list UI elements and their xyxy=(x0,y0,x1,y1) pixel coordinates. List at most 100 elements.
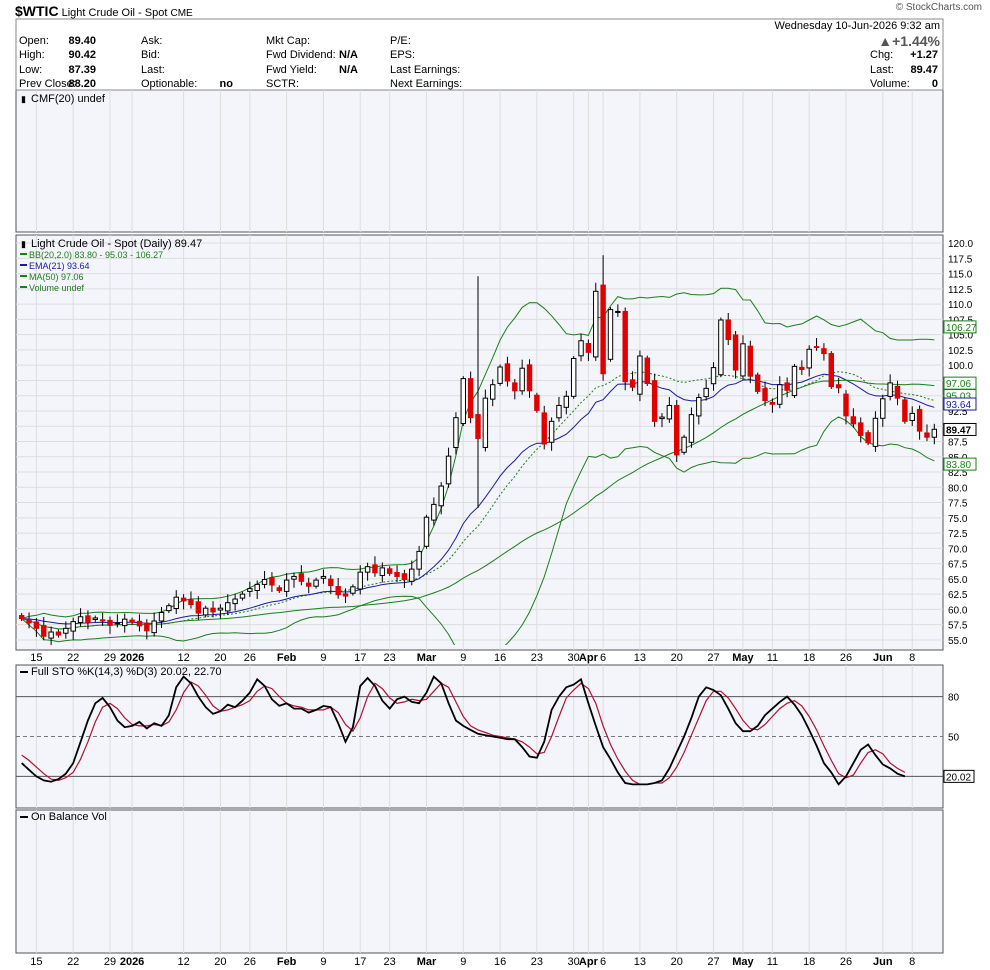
y-tick-label: 80.0 xyxy=(948,483,968,494)
candle-body xyxy=(210,607,216,613)
candle-body xyxy=(409,568,415,582)
candle-body xyxy=(791,365,798,397)
candle-body xyxy=(313,579,319,587)
quote-label: Open: xyxy=(19,35,49,47)
candle-body xyxy=(512,382,518,392)
candle-body xyxy=(548,420,555,443)
candle-body xyxy=(490,384,496,400)
candle-body xyxy=(401,573,408,580)
legend-icon: ▮ xyxy=(21,239,26,249)
y-tick-label: 67.5 xyxy=(948,560,968,571)
candle-body xyxy=(77,616,84,624)
x-tick-label: 17 xyxy=(354,956,366,968)
candle-body xyxy=(615,310,621,313)
legend-entry: BB(20,2.0) 83.80 - 95.03 - 106.27 xyxy=(29,250,163,260)
x-tick-label: 23 xyxy=(384,652,396,664)
candle-body xyxy=(173,596,179,610)
candle-body xyxy=(269,577,275,586)
x-tick-label: 9 xyxy=(320,956,326,968)
x-tick-label: Jun xyxy=(873,956,893,968)
x-tick-label: Feb xyxy=(277,652,297,664)
x-tick-label: 8 xyxy=(909,956,915,968)
quote-label: P/E: xyxy=(390,35,411,47)
quote-value: 89.40 xyxy=(68,35,96,47)
candle-body xyxy=(431,503,437,521)
x-tick-label: 6 xyxy=(600,652,606,664)
candle-body xyxy=(526,364,533,392)
candle-body xyxy=(33,621,40,629)
x-tick-label: 15 xyxy=(30,956,42,968)
x-tick-label: Mar xyxy=(417,956,437,968)
candle-body xyxy=(600,284,606,375)
candle-body xyxy=(688,414,695,443)
y-tick-label: 75.0 xyxy=(948,514,968,525)
x-tick-label: 26 xyxy=(840,652,852,664)
candle-body xyxy=(651,380,658,422)
cmf-panel xyxy=(15,89,944,233)
candle-body xyxy=(887,382,893,397)
x-tick-label: 15 xyxy=(30,652,42,664)
watermark: © StockCharts.com xyxy=(895,2,982,13)
y-tick-label: 120.0 xyxy=(948,239,973,250)
candle-body xyxy=(563,395,570,408)
quote-label: Next Earnings: xyxy=(390,78,463,90)
candle-body xyxy=(894,385,901,399)
candle-body xyxy=(674,404,680,456)
x-tick-label: 27 xyxy=(707,956,719,968)
candle-body xyxy=(467,378,474,419)
candle-body xyxy=(41,625,47,637)
x-tick-label: 9 xyxy=(460,956,466,968)
candle-body xyxy=(335,586,341,596)
quote-label: Last: xyxy=(141,64,165,76)
stock-chart: 15152222292920262026121220202626FebFeb99… xyxy=(15,18,977,968)
candle-body xyxy=(843,393,849,417)
candle-body xyxy=(806,348,812,369)
sto-tick-label: 50 xyxy=(948,733,960,744)
candle-body xyxy=(85,615,91,623)
legend-icon: ▮ xyxy=(21,94,26,104)
x-tick-label: 18 xyxy=(803,652,815,664)
candle-body xyxy=(460,378,466,425)
candle-body xyxy=(107,619,113,626)
candle-body xyxy=(195,601,202,614)
obv-panel xyxy=(15,809,944,954)
candle-body xyxy=(372,564,378,574)
candle-body xyxy=(416,550,422,570)
quote-value: 88.20 xyxy=(68,78,96,90)
quote-label: High: xyxy=(19,49,45,61)
x-tick-label: 22 xyxy=(67,956,79,968)
candle-body xyxy=(217,607,224,611)
quote-label: Last Earnings: xyxy=(390,64,461,76)
quote-label: SCTR: xyxy=(266,78,299,90)
candle-body xyxy=(232,598,238,605)
x-tick-label: 26 xyxy=(244,956,256,968)
x-tick-label: Apr xyxy=(579,652,599,664)
candle-body xyxy=(541,412,547,445)
candle-body xyxy=(92,617,98,620)
quote-value: 89.47 xyxy=(910,64,938,76)
x-tick-label: 26 xyxy=(244,652,256,664)
candle-body xyxy=(188,599,194,606)
candle-body xyxy=(725,319,731,341)
candle-body xyxy=(63,627,69,634)
candle-body xyxy=(482,397,489,449)
pct-change: ▲+1.44% xyxy=(878,33,940,49)
x-tick-label: Jun xyxy=(873,652,893,664)
y-tick-label: 65.0 xyxy=(948,575,968,586)
candle-body xyxy=(916,408,923,432)
candle-body xyxy=(593,290,599,358)
price-tag-label: 97.06 xyxy=(946,379,971,390)
x-tick-label: 9 xyxy=(460,652,466,664)
x-tick-label: 29 xyxy=(104,956,116,968)
x-tick-label: 18 xyxy=(803,956,815,968)
candle-body xyxy=(909,412,915,421)
x-tick-label: 16 xyxy=(494,652,506,664)
quote-value: 0 xyxy=(931,78,938,90)
candle-body xyxy=(637,355,643,395)
candle-body xyxy=(438,485,444,507)
candle-body xyxy=(740,343,746,377)
quote-label: Mkt Cap: xyxy=(266,35,311,47)
candle-body xyxy=(166,605,172,612)
candle-body xyxy=(379,567,386,577)
candle-body xyxy=(519,367,525,392)
